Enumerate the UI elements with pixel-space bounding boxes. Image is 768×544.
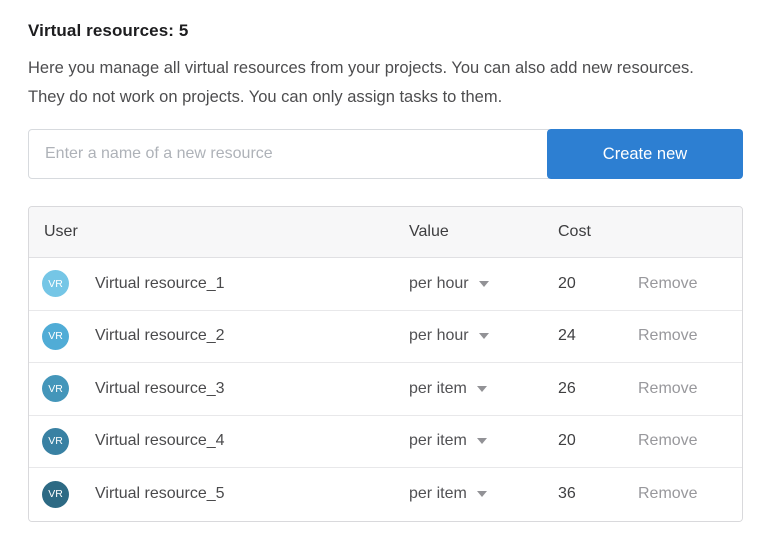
cost-value: 20 bbox=[558, 275, 576, 292]
value-unit-dropdown[interactable]: per item bbox=[409, 485, 487, 503]
table-row: VR Virtual resource_1 per hour 20 Remove bbox=[29, 258, 742, 311]
resource-name: Virtual resource_5 bbox=[95, 485, 225, 503]
resource-name: Virtual resource_4 bbox=[95, 432, 225, 450]
column-header-user: User bbox=[29, 223, 409, 241]
value-unit-dropdown[interactable]: per item bbox=[409, 432, 487, 450]
page-title: Virtual resources: 5 bbox=[28, 21, 743, 41]
cost-value: 24 bbox=[558, 327, 576, 344]
column-header-cost: Cost bbox=[558, 223, 638, 241]
remove-button[interactable]: Remove bbox=[638, 327, 698, 345]
value-unit-label: per hour bbox=[409, 327, 469, 345]
remove-button[interactable]: Remove bbox=[638, 432, 698, 450]
resource-avatar: VR bbox=[42, 323, 69, 350]
resource-avatar: VR bbox=[42, 481, 69, 508]
value-unit-label: per item bbox=[409, 432, 467, 450]
resource-name: Virtual resource_1 bbox=[95, 275, 225, 293]
value-unit-dropdown[interactable]: per hour bbox=[409, 275, 489, 293]
cost-value: 26 bbox=[558, 380, 576, 397]
chevron-down-icon bbox=[477, 386, 487, 392]
chevron-down-icon bbox=[477, 491, 487, 497]
create-new-button[interactable]: Create new bbox=[547, 129, 743, 179]
new-resource-name-input[interactable] bbox=[28, 129, 549, 179]
table-row: VR Virtual resource_2 per hour 24 Remove bbox=[29, 311, 742, 364]
remove-button[interactable]: Remove bbox=[638, 275, 698, 293]
value-unit-label: per hour bbox=[409, 275, 469, 293]
resource-name: Virtual resource_3 bbox=[95, 380, 225, 398]
remove-button[interactable]: Remove bbox=[638, 380, 698, 398]
chevron-down-icon bbox=[479, 281, 489, 287]
table-row: VR Virtual resource_3 per item 26 Remove bbox=[29, 363, 742, 416]
virtual-resources-page: Virtual resources: 5 Here you manage all… bbox=[0, 0, 768, 522]
column-header-value: Value bbox=[409, 223, 558, 241]
page-description: Here you manage all virtual resources fr… bbox=[28, 54, 728, 112]
value-unit-dropdown[interactable]: per hour bbox=[409, 327, 489, 345]
value-unit-label: per item bbox=[409, 485, 467, 503]
chevron-down-icon bbox=[477, 438, 487, 444]
remove-button[interactable]: Remove bbox=[638, 485, 698, 503]
resource-avatar: VR bbox=[42, 375, 69, 402]
resource-avatar: VR bbox=[42, 428, 69, 455]
cost-value: 20 bbox=[558, 432, 576, 449]
table-row: VR Virtual resource_5 per item 36 Remove bbox=[29, 468, 742, 521]
value-unit-dropdown[interactable]: per item bbox=[409, 380, 487, 398]
chevron-down-icon bbox=[479, 333, 489, 339]
cost-value: 36 bbox=[558, 485, 576, 502]
resources-table: User Value Cost VR Virtual resource_1 pe… bbox=[28, 206, 743, 522]
value-unit-label: per item bbox=[409, 380, 467, 398]
resource-avatar: VR bbox=[42, 270, 69, 297]
table-row: VR Virtual resource_4 per item 20 Remove bbox=[29, 416, 742, 469]
table-header-row: User Value Cost bbox=[29, 207, 742, 258]
create-resource-row: Create new bbox=[28, 129, 743, 179]
resource-name: Virtual resource_2 bbox=[95, 327, 225, 345]
